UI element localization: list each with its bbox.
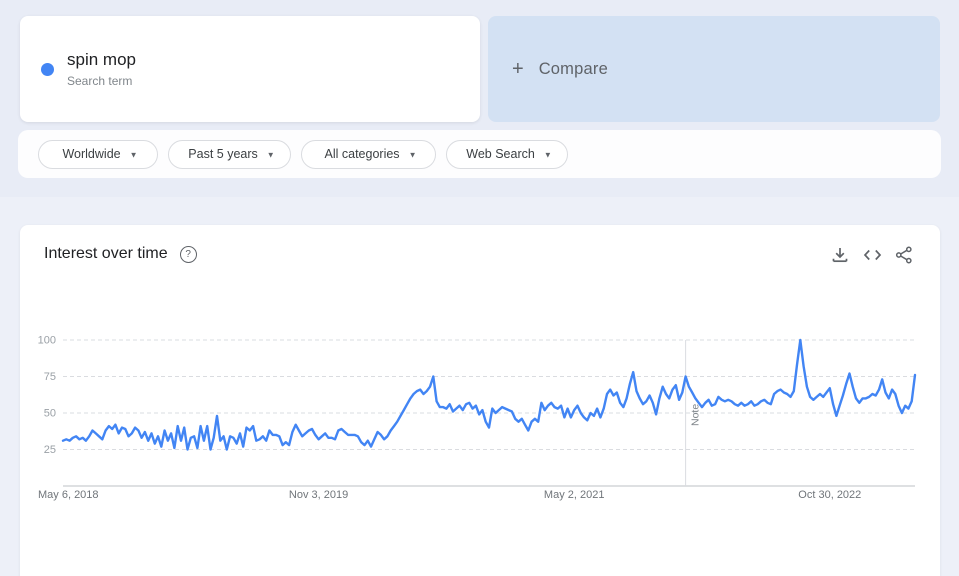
region-filter-label: Worldwide — [62, 147, 120, 161]
chevron-down-icon: ▼ — [267, 150, 275, 159]
category-filter-dropdown[interactable]: All categories ▼ — [301, 140, 436, 169]
interest-over-time-card: Interest over time ? 255075100NoteM — [20, 225, 940, 576]
search-type-filter-label: Web Search — [466, 147, 535, 161]
add-comparison-button[interactable]: + Compare — [488, 16, 940, 122]
y-axis-tick-label: 50 — [44, 407, 56, 419]
category-filter-label: All categories — [325, 147, 400, 161]
search-term-title: spin mop — [67, 50, 136, 70]
note-marker-label: Note — [690, 404, 702, 426]
search-type-filter-dropdown[interactable]: Web Search ▼ — [446, 140, 568, 169]
region-filter-dropdown[interactable]: Worldwide ▼ — [38, 140, 158, 169]
trend-line-series — [63, 340, 915, 450]
chevron-down-icon: ▼ — [130, 150, 138, 159]
time-range-filter-dropdown[interactable]: Past 5 years ▼ — [168, 140, 291, 169]
plus-icon: + — [512, 58, 524, 81]
search-term-card[interactable]: spin mop Search term — [20, 16, 480, 122]
x-axis-tick-label: Oct 30, 2022 — [798, 489, 861, 501]
time-range-filter-label: Past 5 years — [188, 147, 257, 161]
chevron-down-icon: ▼ — [409, 150, 417, 159]
google-trends-explore-page: spin mop Search term + Compare Worldwide… — [0, 0, 959, 576]
search-term-text: spin mop Search term — [67, 50, 136, 89]
x-axis-tick-label: Nov 3, 2019 — [289, 489, 348, 501]
y-axis-tick-label: 75 — [44, 371, 56, 383]
x-axis-tick-label: May 2, 2021 — [544, 489, 605, 501]
x-axis-tick-label: May 6, 2018 — [38, 489, 99, 501]
series-color-dot — [41, 63, 54, 76]
interest-over-time-chart[interactable]: 25 50 75 100 Note May 6, 2018 Nov 3, 2019 May 2… — [20, 225, 940, 576]
chevron-down-icon: ▼ — [544, 150, 552, 159]
y-axis-tick-label: 100 — [38, 334, 56, 346]
compare-label: Compare — [539, 60, 608, 79]
filter-bar: Worldwide ▼ Past 5 years ▼ All categorie… — [18, 130, 941, 178]
y-axis-tick-label: 25 — [44, 444, 56, 456]
search-term-type: Search term — [67, 73, 136, 89]
